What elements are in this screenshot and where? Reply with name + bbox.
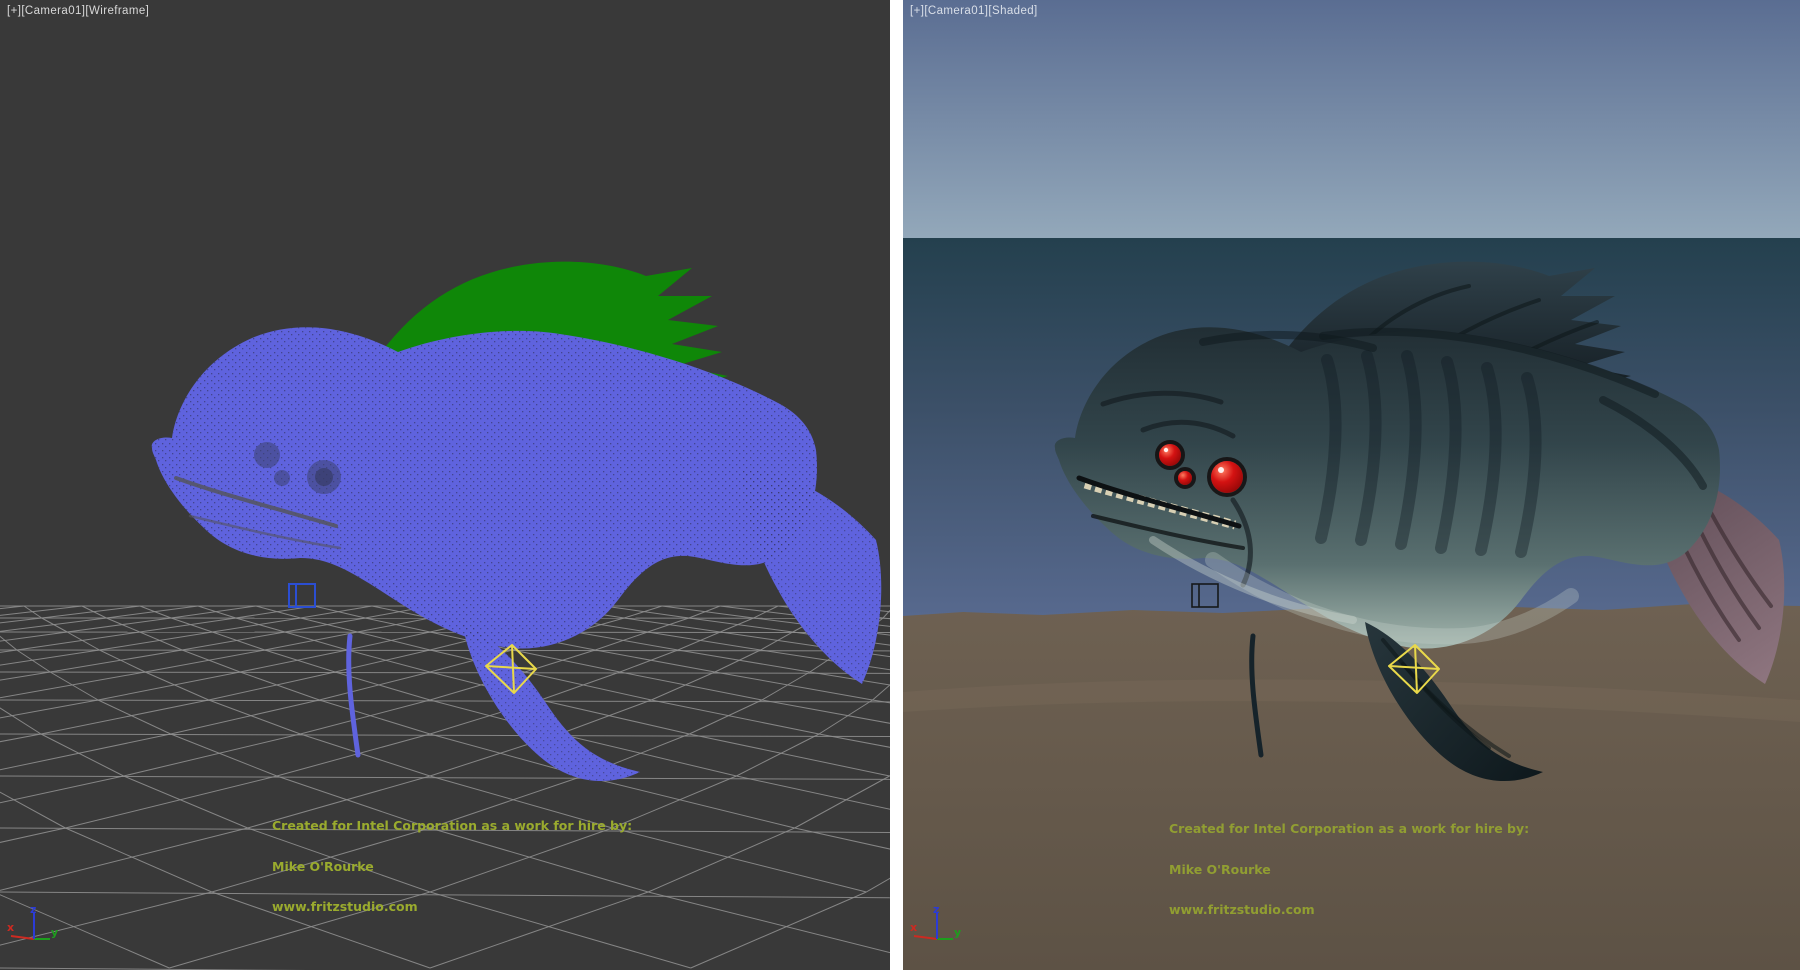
annotation-line-3: www.fritzstudio.com <box>272 900 632 914</box>
axis-x-label: x <box>7 921 14 934</box>
annotation-line-2: Mike O'Rourke <box>272 860 632 874</box>
shading-menu[interactable]: [Wireframe] <box>85 5 149 17</box>
eye-small <box>254 442 280 468</box>
axis-x-label: x <box>910 921 917 934</box>
viewport-shaded[interactable]: [+][Camera01][Shaded] Created for Intel … <box>903 0 1800 970</box>
annotation-line-1: Created for Intel Corporation as a work … <box>272 819 632 833</box>
copyright-annotation: Created for Intel Corporation as a work … <box>272 792 632 941</box>
eye-small <box>1159 444 1181 466</box>
axis-z-label: z <box>933 904 939 916</box>
camera-menu[interactable]: [Camera01] <box>924 5 988 17</box>
annotation-line-2: Mike O'Rourke <box>1169 863 1529 877</box>
eye-large-highlight <box>1218 467 1224 473</box>
shading-menu[interactable]: [Shaded] <box>988 5 1037 17</box>
axis-gizmo: x y z <box>907 904 967 960</box>
viewport-label: [+][Camera01][Shaded] <box>910 5 1038 17</box>
eye-large-pupil <box>315 468 333 486</box>
eye-large <box>1211 461 1243 493</box>
axis-y-label: y <box>954 926 961 939</box>
annotation-line-1: Created for Intel Corporation as a work … <box>1169 822 1529 836</box>
sky <box>903 0 1800 238</box>
viewport-wireframe[interactable]: [+][Camera01][Wireframe] Created for Int… <box>0 0 890 970</box>
eye-small-highlight <box>1164 448 1168 452</box>
axis-y-label: y <box>51 926 58 939</box>
eye-tiny <box>1178 471 1192 485</box>
annotation-line-3: www.fritzstudio.com <box>1169 903 1529 917</box>
axis-gizmo: x y z <box>4 904 64 960</box>
viewport-menu-button[interactable]: [+] <box>910 5 924 17</box>
viewport-menu-button[interactable]: [+] <box>7 5 21 17</box>
axis-z-label: z <box>30 904 36 916</box>
eye-tiny <box>274 470 290 486</box>
viewport-label: [+][Camera01][Wireframe] <box>7 5 149 17</box>
copyright-annotation: Created for Intel Corporation as a work … <box>1169 795 1529 944</box>
camera-menu[interactable]: [Camera01] <box>21 5 85 17</box>
